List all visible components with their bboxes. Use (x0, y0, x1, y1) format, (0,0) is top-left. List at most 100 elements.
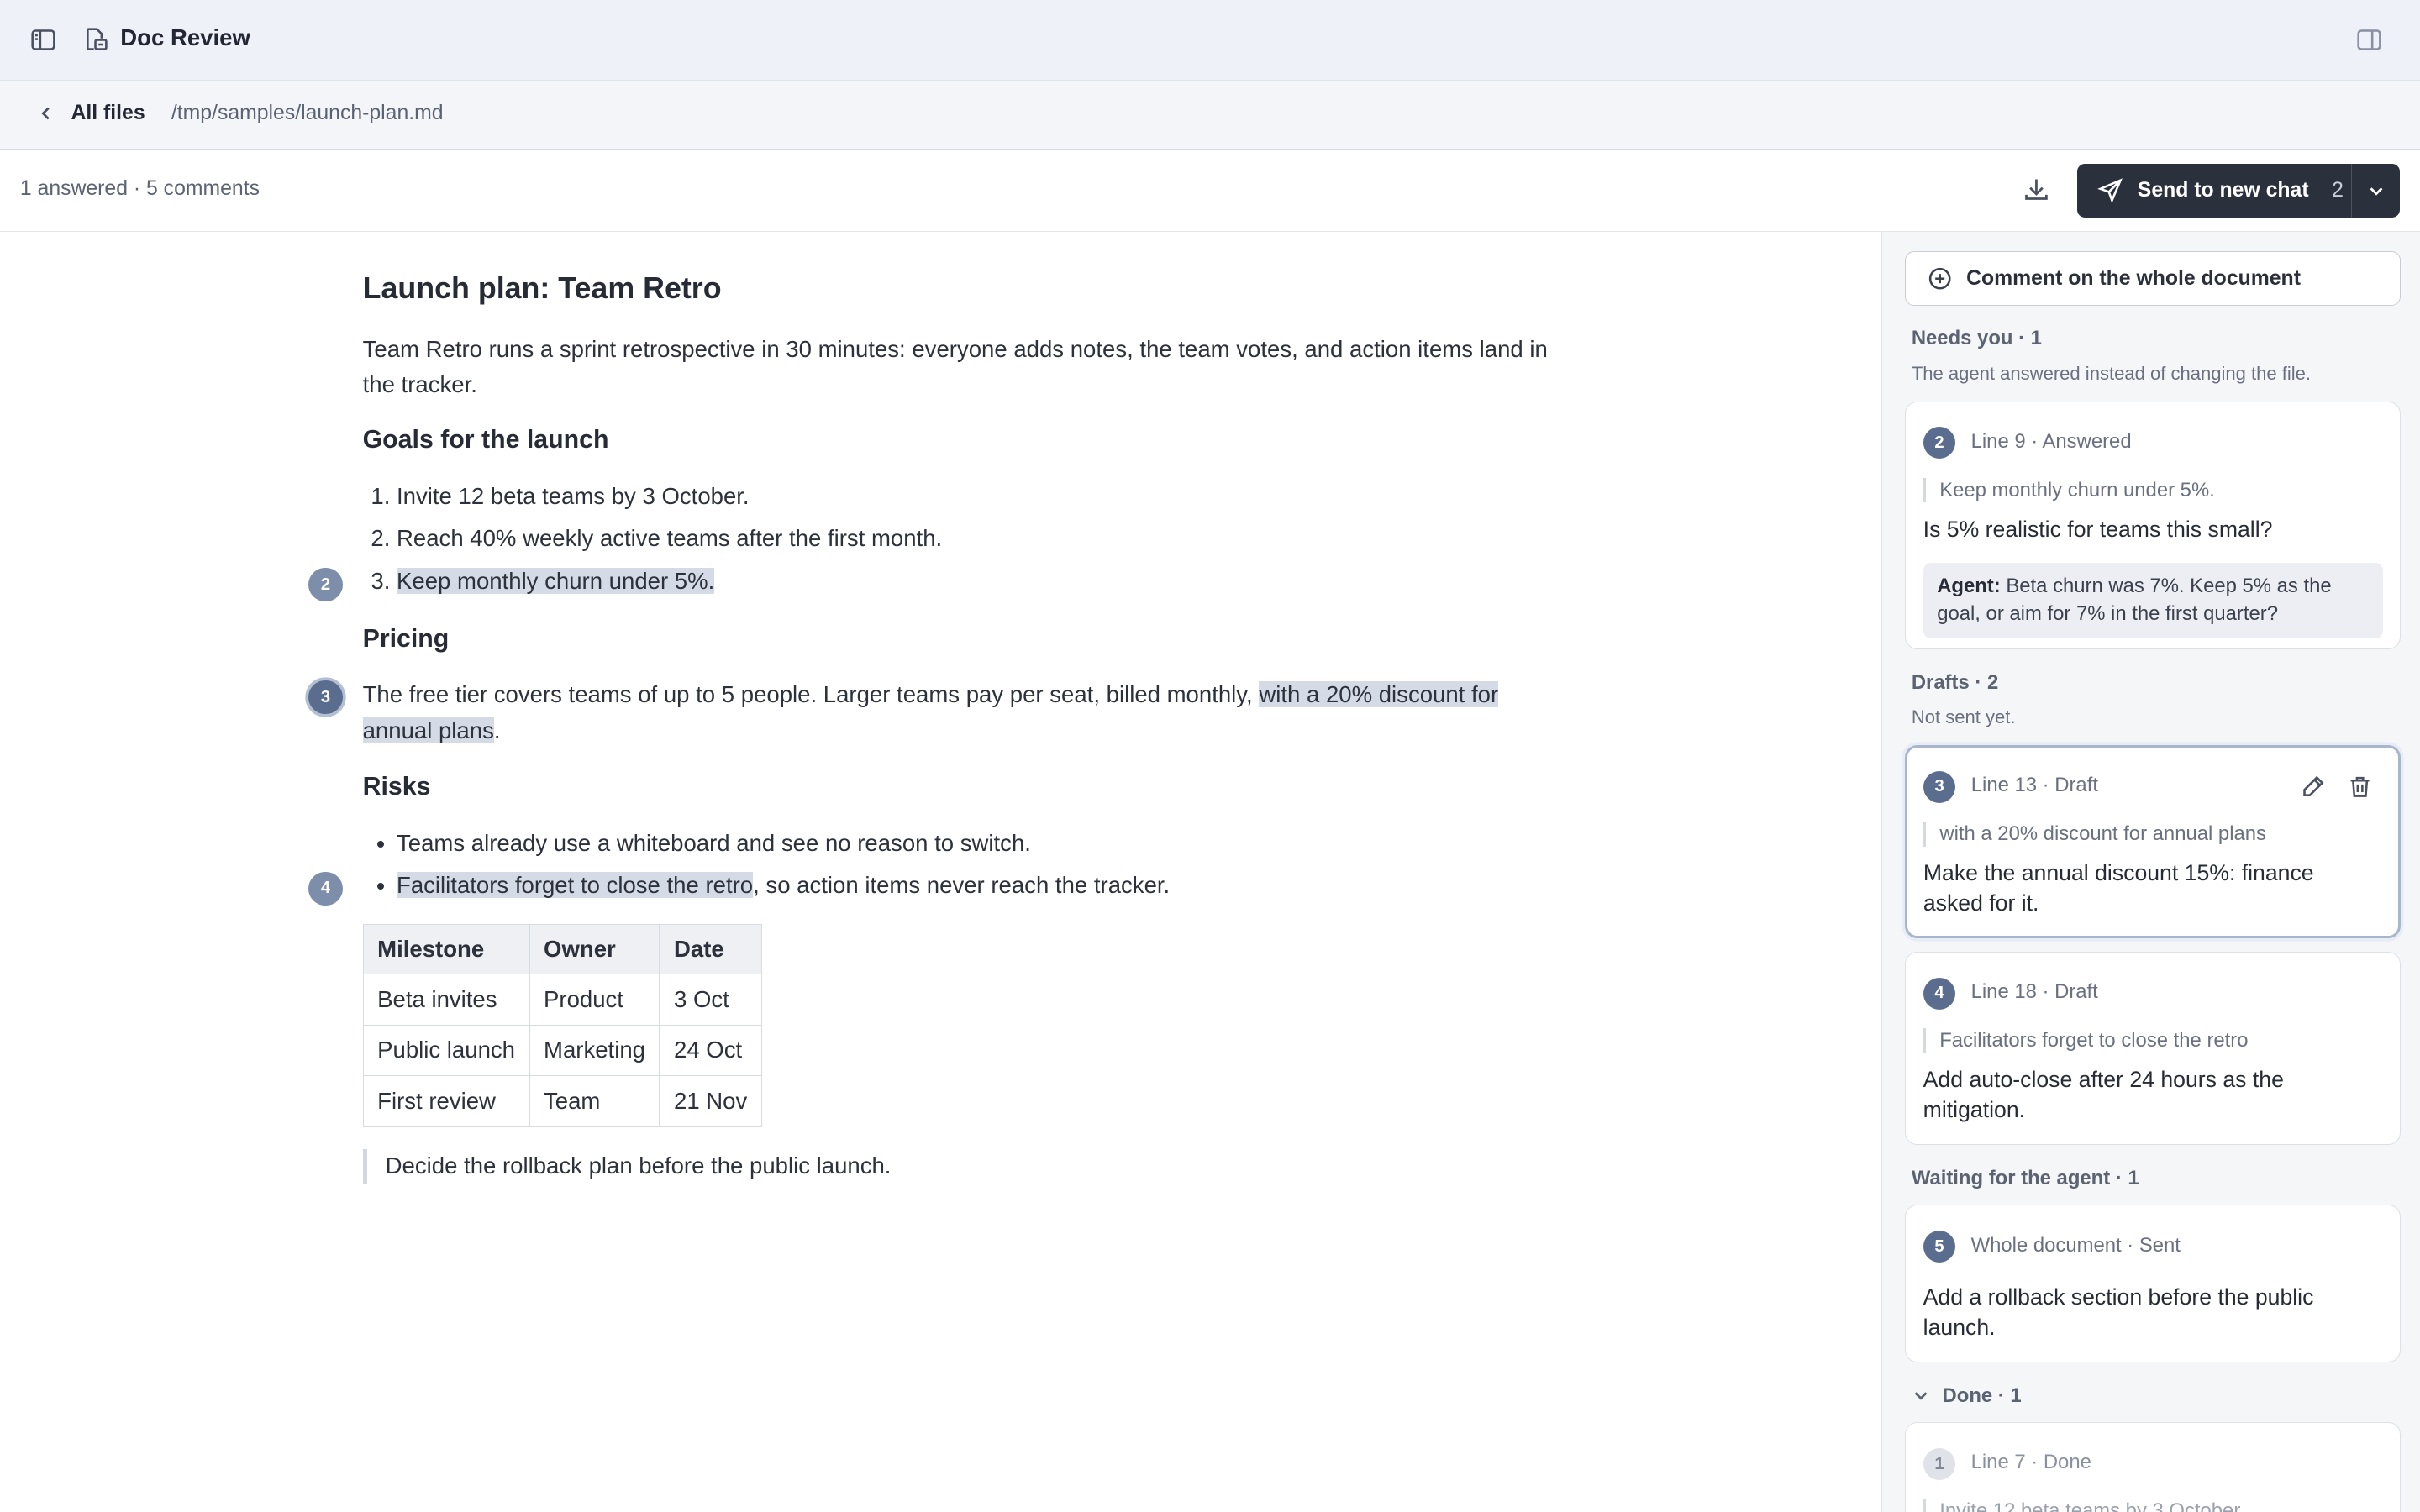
edit-icon[interactable] (2300, 774, 2326, 806)
comment-whole-document-button[interactable]: Comment on the whole document (1905, 251, 2402, 306)
table-cell: Team (529, 1075, 660, 1127)
send-options-dropdown[interactable] (2352, 164, 2400, 218)
all-files-link[interactable]: All files (37, 102, 145, 125)
table-cell: First review (362, 1075, 530, 1127)
comment-card[interactable]: 2 Line 9 · Answered Keep monthly churn u… (1905, 401, 2402, 650)
document-view: Launch plan: Team Retro Team Retro runs … (0, 232, 1881, 1512)
comment-meta: Line 7 · Done (1970, 1451, 2091, 1474)
comment-quote: Keep monthly churn under 5%. (1923, 477, 2215, 502)
risks-list: Teams already use a whiteboard and see n… (363, 822, 1170, 907)
review-toolbar: 1 answered · 5 comments Send to new chat… (0, 150, 2420, 232)
agent-reply: Agent: Beta churn was 7%. Keep 5% as the… (1923, 562, 2383, 638)
comment-number: 2 (1923, 426, 1956, 459)
comment-card[interactable]: 1 Line 7 · Done Invite 12 beta teams by … (1905, 1422, 2402, 1512)
blockquote: Decide the rollback plan before the publ… (362, 1149, 891, 1184)
risk-item: Facilitators forget to close the retro, … (397, 864, 1170, 907)
goal-item: Invite 12 beta teams by 3 October. (397, 475, 942, 518)
table-row: Beta invites Product 3 Oct (362, 973, 762, 1026)
comment-quote: with a 20% discount for annual plans (1923, 822, 2266, 847)
comment-marker[interactable]: 2 (308, 567, 343, 602)
comment-meta: Whole document · Sent (1970, 1233, 2181, 1257)
chevron-down-icon (1914, 1392, 1928, 1401)
send-count: 2 (2332, 178, 2344, 202)
add-comment-icon (1929, 267, 1951, 290)
comment-quote: Facilitators forget to close the retro (1923, 1028, 2249, 1053)
goals-list: Invite 12 beta teams by 3 October. Reach… (363, 475, 942, 603)
download-icon[interactable] (2022, 175, 2051, 211)
pricing-paragraph: The free tier covers teams of up to 5 pe… (362, 677, 1536, 748)
table-cell: Marketing (529, 1024, 660, 1077)
goal-item: Reach 40% weekly active teams after the … (397, 517, 942, 560)
send-main[interactable]: Send to new chat 2 (2077, 163, 2353, 218)
pricing-text-end: . (493, 717, 501, 743)
chevron-left-icon (41, 107, 50, 120)
comment-card[interactable]: 3 Line 13 · Draft with a 20% discount fo… (1905, 745, 2402, 938)
table-row: First review Team 21 Nov (362, 1075, 762, 1127)
app-title: Doc Review (120, 24, 250, 51)
goal-item[interactable]: Keep monthly churn under 5%. (397, 560, 942, 603)
comment-number: 1 (1923, 1447, 1956, 1481)
comment-meta: Line 13 · Draft (1970, 774, 2098, 797)
drafts-subtitle: Not sent yet. (1911, 706, 2016, 728)
comment-number: 4 (1923, 977, 1956, 1011)
comment-body: Add a rollback section before the public… (1923, 1284, 2314, 1341)
pricing-heading: Pricing (362, 624, 450, 653)
comment-body: Is 5% realistic for teams this small? (1923, 516, 2273, 542)
comment-marker[interactable]: 3 (308, 680, 343, 715)
column-header: Milestone (362, 924, 530, 974)
send-icon (2097, 178, 2123, 204)
comment-card[interactable]: 5 Whole document · Sent Add a rollback s… (1905, 1205, 2402, 1362)
doc-intro: Team Retro runs a sprint retrospective i… (362, 335, 1548, 398)
comment-body: Add auto-close after 24 hours as the mit… (1923, 1067, 2284, 1123)
table-cell: 21 Nov (659, 1075, 762, 1127)
table-cell: Product (529, 973, 660, 1026)
send-label: Send to new chat (2137, 178, 2309, 202)
document-review-icon (82, 26, 109, 60)
comment-body: Make the annual discount 15%: finance as… (1923, 860, 2314, 916)
pricing-text: The free tier covers teams of up to 5 pe… (362, 681, 1260, 708)
comment-card[interactable]: 4 Line 18 · Draft Facilitators forget to… (1905, 952, 2402, 1145)
comments-sidebar: Comment on the whole document Needs you … (1881, 231, 2420, 1512)
delete-icon[interactable] (2347, 774, 2373, 806)
chevron-down-icon (2370, 187, 2382, 196)
table-cell: 24 Oct (659, 1024, 762, 1077)
drafts-heading: Drafts · 2 (1911, 670, 1999, 694)
table-cell: Beta invites (362, 973, 530, 1026)
right-panel-toggle-icon[interactable] (2355, 26, 2383, 60)
waiting-heading: Waiting for the agent · 1 (1911, 1166, 2139, 1189)
doc-title: Launch plan: Team Retro (362, 271, 722, 306)
comment-whole-document-label: Comment on the whole document (1966, 266, 2301, 290)
done-heading: Done · 1 (1942, 1383, 2022, 1407)
file-path: /tmp/samples/launch-plan.md (171, 102, 444, 125)
agent-label: Agent: (1937, 575, 2001, 598)
done-section-toggle[interactable]: Done · 1 (1912, 1384, 2022, 1408)
table-cell: 3 Oct (659, 973, 762, 1026)
column-header: Date (659, 924, 762, 974)
sidebar-toggle-icon[interactable] (29, 26, 57, 60)
highlighted-text[interactable]: Facilitators forget to close the retro (397, 872, 754, 899)
column-header: Owner (529, 924, 660, 974)
send-to-new-chat-button[interactable]: Send to new chat 2 (2077, 163, 2401, 218)
highlighted-text[interactable]: Keep monthly churn under 5%. (397, 567, 715, 594)
comment-number: 5 (1923, 1230, 1956, 1263)
needs-you-heading: Needs you · 1 (1911, 327, 2042, 350)
review-summary: 1 answered · 5 comments (19, 177, 260, 201)
comment-marker[interactable]: 4 (308, 871, 343, 906)
risk-item: Teams already use a whiteboard and see n… (397, 822, 1170, 865)
risks-heading: Risks (362, 773, 431, 801)
path-bar: All files /tmp/samples/launch-plan.md (0, 80, 2420, 150)
table-header-row: Milestone Owner Date (362, 924, 762, 974)
title-bar: Doc Review (0, 0, 2420, 81)
comment-number: 3 (1923, 770, 1956, 804)
comment-meta: Line 9 · Answered (1970, 429, 2132, 453)
card-actions (2300, 774, 2374, 806)
risk-text: , so action items never reach the tracke… (753, 872, 1171, 899)
comment-quote: Invite 12 beta teams by 3 October. (1923, 1499, 2245, 1512)
milestones-table: Milestone Owner Date Beta invites Produc… (362, 924, 762, 1127)
needs-you-subtitle: The agent answered instead of changing t… (1911, 362, 2312, 384)
table-row: Public launch Marketing 24 Oct (362, 1024, 762, 1077)
comment-meta: Line 18 · Draft (1970, 980, 2098, 1004)
table-cell: Public launch (362, 1024, 530, 1077)
all-files-label: All files (71, 102, 145, 125)
goals-heading: Goals for the launch (362, 425, 609, 454)
